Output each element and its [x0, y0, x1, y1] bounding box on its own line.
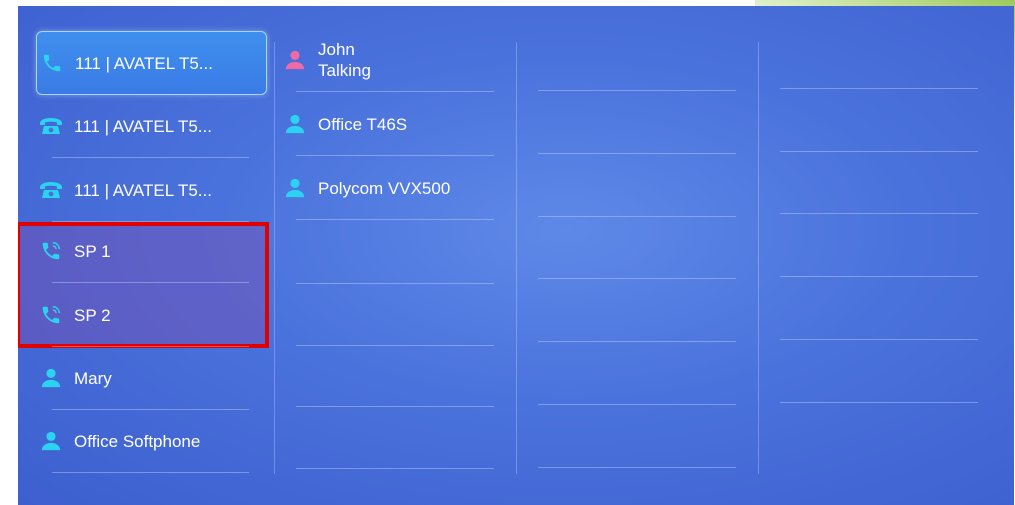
column-separator	[758, 42, 759, 474]
empty-key-divider	[538, 153, 736, 154]
empty-key-divider	[538, 90, 736, 91]
empty-key-divider	[296, 468, 494, 469]
column-separator	[516, 42, 517, 474]
empty-key-divider	[538, 278, 736, 279]
blf-key-polycom-vvx500[interactable]: Polycom VVX500	[280, 156, 510, 220]
speed-dial-label: SP 1	[74, 241, 111, 261]
blf-label: Mary	[74, 368, 112, 388]
empty-key-divider	[780, 402, 978, 403]
desk-phone-icon	[36, 178, 66, 202]
empty-key-divider	[538, 467, 736, 468]
empty-key-divider	[780, 213, 978, 214]
speed-dial-phone-icon	[36, 303, 66, 327]
contact-person-icon	[36, 429, 66, 453]
empty-key-divider	[296, 345, 494, 346]
blf-key-mary[interactable]: Mary	[36, 346, 265, 410]
empty-key-divider	[780, 151, 978, 152]
row-divider	[52, 472, 249, 473]
line-key-1[interactable]: 111 | AVATEL T5...	[36, 31, 267, 95]
row-divider	[296, 219, 494, 220]
dsskey-screen: 111 | AVATEL T5... 111 | AVATEL T5... 11…	[18, 6, 1014, 505]
empty-key-divider	[538, 404, 736, 405]
speed-dial-phone-icon	[36, 239, 66, 263]
empty-key-divider	[296, 283, 494, 284]
empty-key-divider	[296, 406, 494, 407]
blf-key-john[interactable]: John Talking	[280, 28, 510, 92]
empty-key-divider	[538, 341, 736, 342]
blf-label: John	[318, 40, 355, 59]
empty-key-divider	[780, 88, 978, 89]
desk-phone-icon	[36, 114, 66, 138]
blf-label: Polycom VVX500	[318, 178, 451, 198]
speed-dial-key-sp1[interactable]: SP 1	[36, 219, 265, 283]
contact-person-pink-icon	[280, 48, 310, 72]
speed-dial-key-sp2[interactable]: SP 2	[36, 283, 265, 347]
empty-key-divider	[538, 216, 736, 217]
speed-dial-label: SP 2	[74, 305, 111, 325]
line-key-label: 111 | AVATEL T5...	[74, 116, 212, 136]
line-key-label: 111 | AVATEL T5...	[74, 180, 212, 200]
line-key-label: 111 | AVATEL T5...	[75, 53, 213, 73]
blf-label: Office T46S	[318, 114, 408, 134]
contact-person-icon	[36, 366, 66, 390]
phone-handset-icon	[37, 51, 67, 75]
blf-status: Talking	[318, 61, 371, 80]
contact-person-icon	[280, 112, 310, 136]
contact-person-icon	[280, 176, 310, 200]
blf-key-office-t46s[interactable]: Office T46S	[280, 92, 510, 156]
blf-key-office-softphone[interactable]: Office Softphone	[36, 409, 265, 473]
column-separator	[274, 42, 275, 474]
line-key-2[interactable]: 111 | AVATEL T5...	[36, 94, 265, 158]
empty-key-divider	[780, 276, 978, 277]
blf-label: Office Softphone	[74, 431, 201, 451]
line-key-3[interactable]: 111 | AVATEL T5...	[36, 158, 265, 222]
empty-key-divider	[780, 339, 978, 340]
